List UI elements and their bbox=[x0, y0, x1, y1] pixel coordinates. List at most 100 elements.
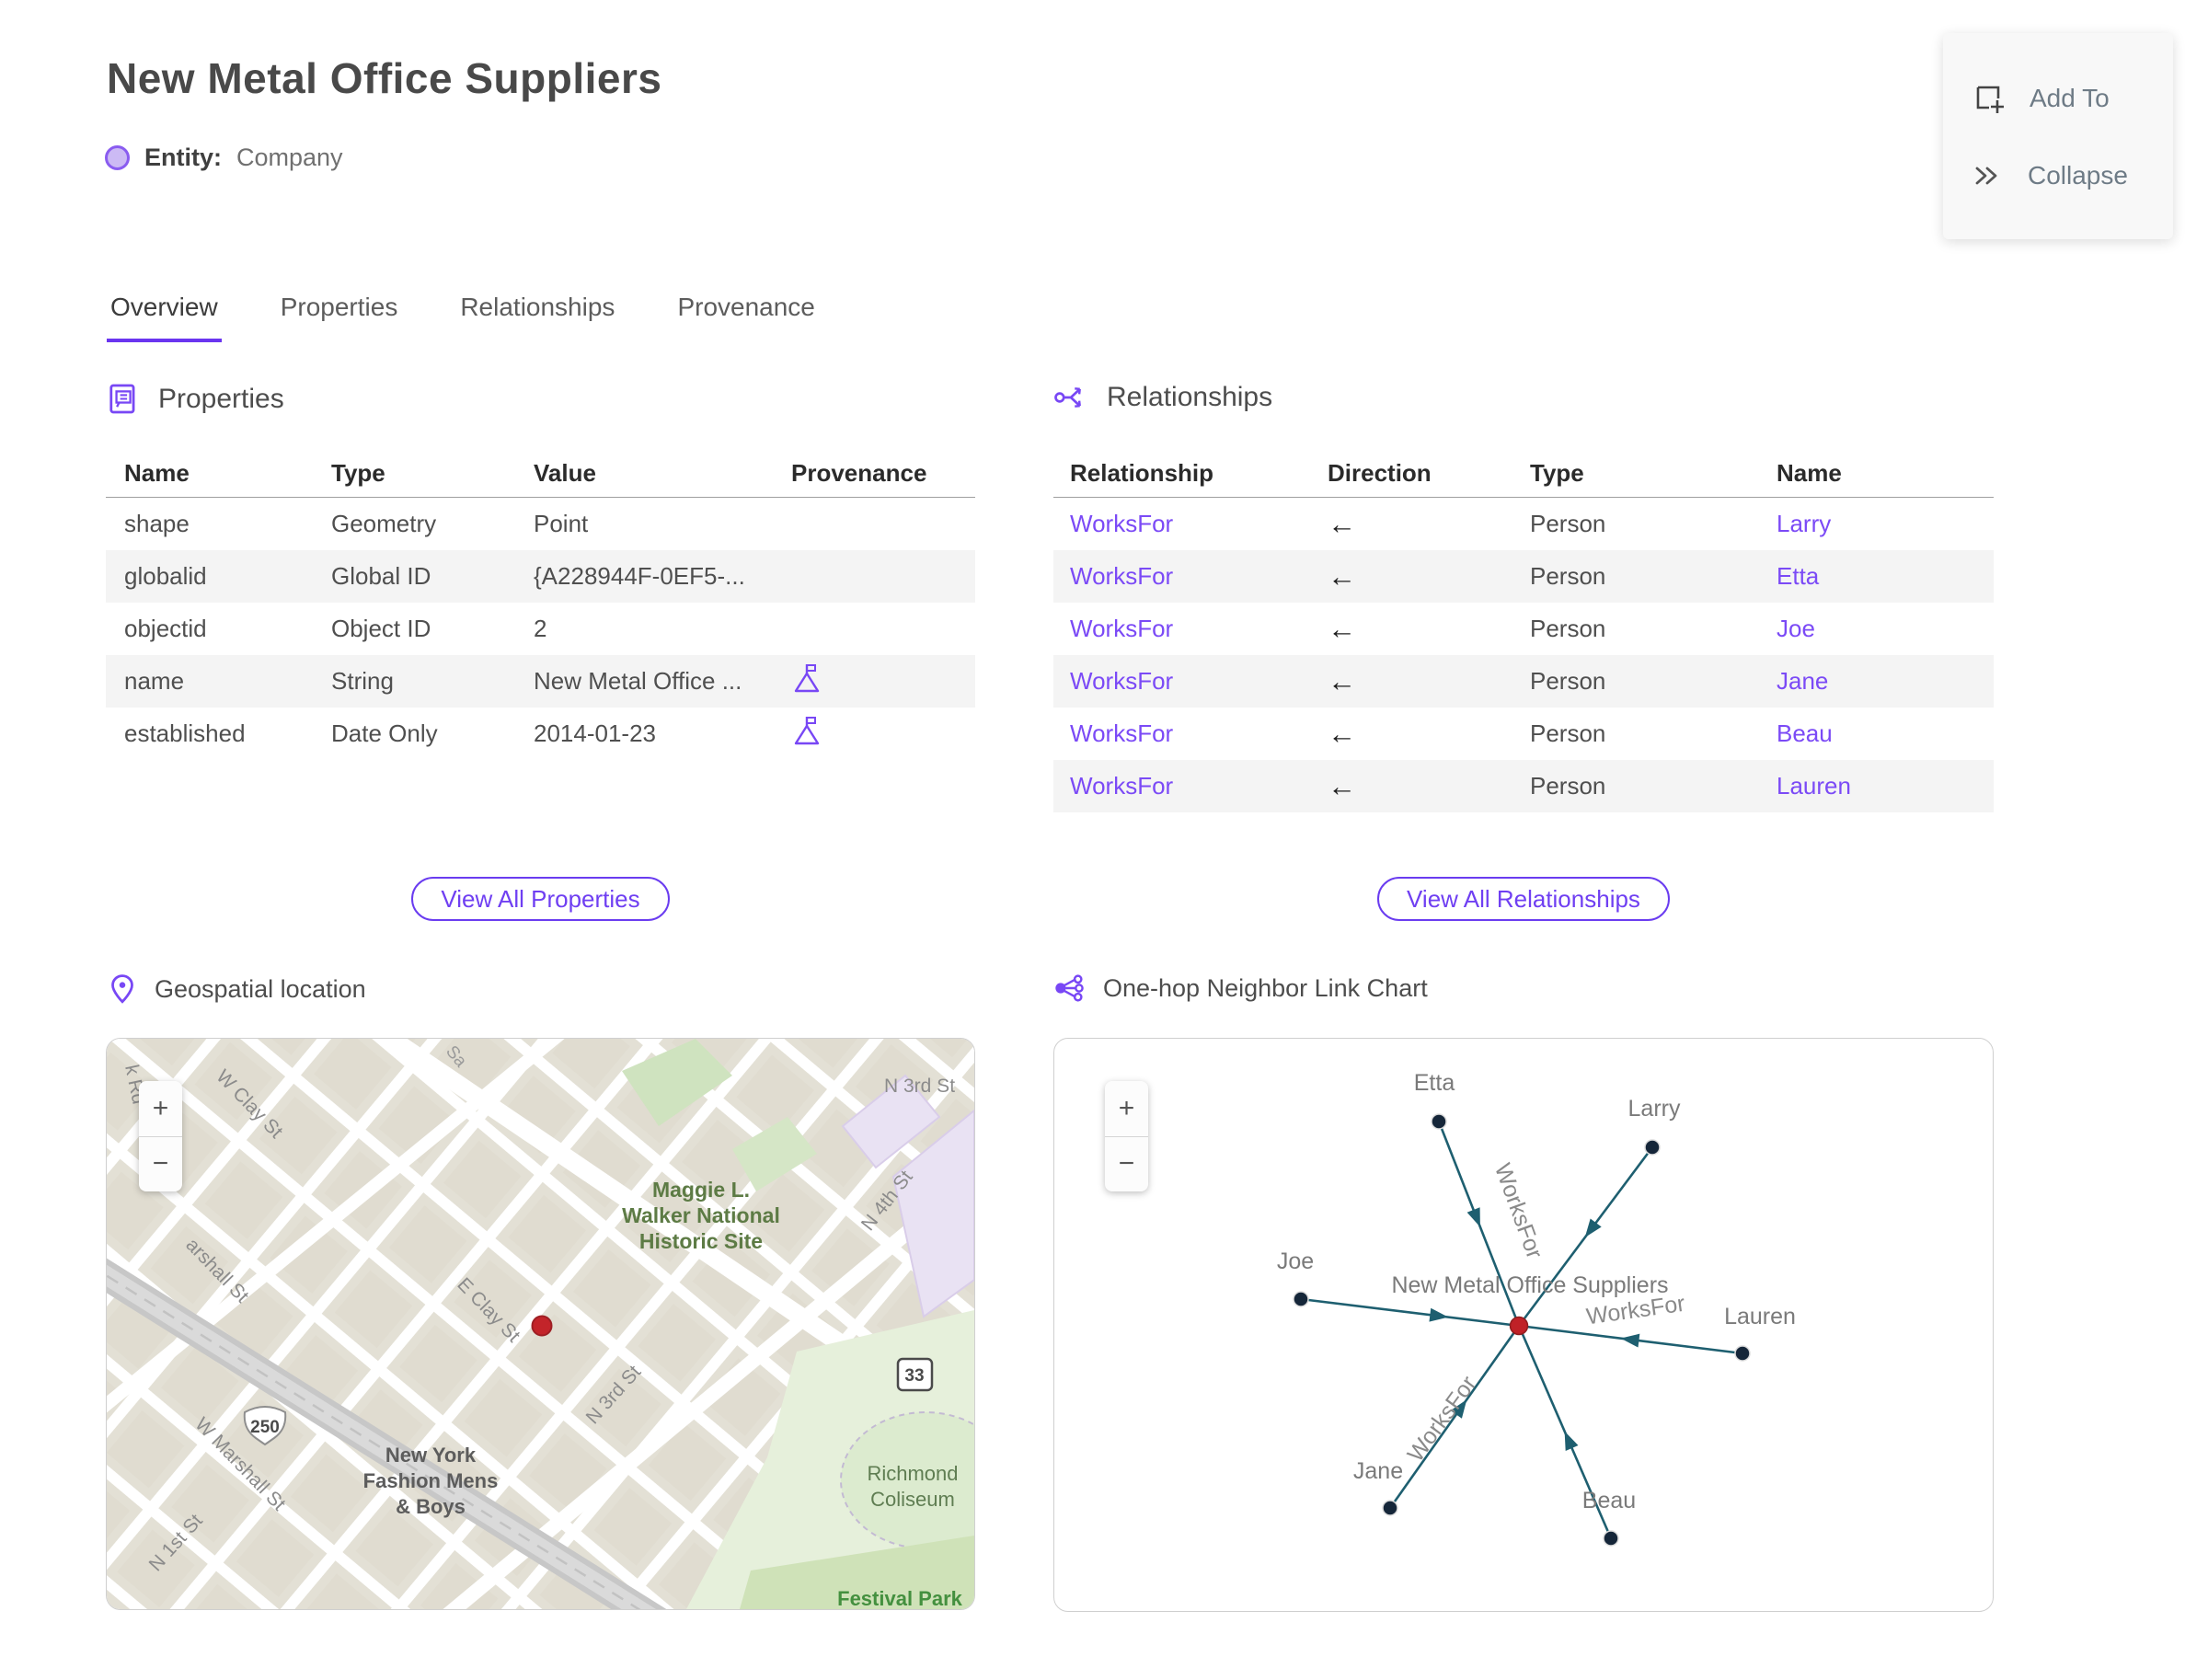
provenance-flag-icon[interactable] bbox=[791, 662, 822, 695]
view-all-properties-button[interactable]: View All Properties bbox=[411, 877, 670, 921]
relationships-icon bbox=[1054, 387, 1081, 408]
geospatial-section-title: Geospatial location bbox=[155, 974, 366, 1003]
entity-type-row: Entity: Company bbox=[105, 144, 343, 172]
properties-section-title: Properties bbox=[158, 383, 284, 414]
entity-link[interactable]: Larry bbox=[1777, 510, 1994, 538]
poi-label: Festival Park bbox=[837, 1587, 963, 1609]
svg-text:33: 33 bbox=[904, 1366, 924, 1386]
collapse-label: Collapse bbox=[2028, 161, 2128, 190]
chart-node-joe[interactable] bbox=[1293, 1291, 1309, 1307]
link-chart-canvas: WorksForWorksForWorksForNew Metal Office… bbox=[1277, 1070, 1796, 1547]
entity-link[interactable]: Joe bbox=[1777, 615, 1994, 643]
relationships-table: Relationship Direction Type Name WorksFo… bbox=[1053, 449, 1994, 812]
poi-label: Historic Site bbox=[639, 1229, 763, 1253]
add-to-button[interactable]: Add To bbox=[1972, 82, 2173, 115]
col-provenance: Provenance bbox=[791, 458, 927, 487]
map-canvas: k Rd W Clay St Sa N 3rd St N 4th St Magg… bbox=[107, 1039, 974, 1609]
chart-node-beau[interactable] bbox=[1603, 1530, 1619, 1547]
map-zoom-control: + − bbox=[139, 1081, 182, 1191]
entity-link[interactable]: Beau bbox=[1777, 719, 1994, 748]
table-row: WorksFor ← Person Beau bbox=[1053, 708, 1994, 760]
chart-edge-label: WorksFor bbox=[1402, 1371, 1481, 1467]
geospatial-section-header: Geospatial location bbox=[109, 973, 366, 1005]
chart-node-label: Joe bbox=[1277, 1248, 1314, 1274]
entity-type-icon bbox=[105, 145, 130, 170]
properties-table-header: Name Type Value Provenance bbox=[106, 449, 975, 498]
relationships-section-title: Relationships bbox=[1107, 382, 1273, 412]
relationship-link[interactable]: WorksFor bbox=[1070, 615, 1328, 643]
chart-zoom-in-button[interactable]: + bbox=[1105, 1081, 1148, 1137]
entity-link[interactable]: Jane bbox=[1777, 667, 1994, 696]
table-row: objectid Object ID 2 bbox=[124, 615, 547, 642]
poi-label: Fashion Mens bbox=[363, 1469, 499, 1492]
table-row: established Date Only 2014-01-23 bbox=[106, 708, 975, 760]
chart-edge-arrow bbox=[1429, 1307, 1449, 1322]
link-chart-section-title: One-hop Neighbor Link Chart bbox=[1103, 973, 1428, 1002]
chart-edge-arrow bbox=[1466, 1207, 1480, 1227]
street-label: N 3rd St bbox=[884, 1076, 955, 1097]
relationship-link[interactable]: WorksFor bbox=[1070, 719, 1328, 748]
entity-link[interactable]: Lauren bbox=[1777, 772, 1994, 800]
relationship-link[interactable]: WorksFor bbox=[1070, 562, 1328, 591]
chart-node-larry[interactable] bbox=[1644, 1139, 1661, 1156]
map-marker[interactable] bbox=[531, 1315, 553, 1337]
col-name: Name bbox=[124, 458, 190, 487]
view-all-relationships-button[interactable]: View All Relationships bbox=[1377, 877, 1670, 921]
tab-overview[interactable]: Overview bbox=[107, 287, 222, 342]
tab-provenance[interactable]: Provenance bbox=[673, 287, 818, 342]
poi-label: Walker National bbox=[622, 1203, 780, 1227]
chart-zoom-control: + − bbox=[1105, 1081, 1148, 1191]
chart-edge bbox=[1300, 1297, 1520, 1328]
poi-label: Richmond bbox=[867, 1462, 958, 1485]
map-pin-icon bbox=[111, 974, 133, 1004]
collapse-button[interactable]: Collapse bbox=[1972, 161, 2173, 190]
chart-node-label: Larry bbox=[1628, 1096, 1681, 1122]
chart-node-center[interactable] bbox=[1509, 1316, 1529, 1336]
collapse-icon bbox=[1975, 167, 1997, 185]
chart-node-etta[interactable] bbox=[1431, 1113, 1447, 1130]
entity-label: Entity: bbox=[144, 144, 222, 171]
relationship-link[interactable]: WorksFor bbox=[1070, 510, 1328, 538]
chart-edge-arrow bbox=[1564, 1431, 1579, 1451]
relationship-link[interactable]: WorksFor bbox=[1070, 772, 1328, 800]
poi-label: & Boys bbox=[396, 1495, 466, 1518]
tab-properties[interactable]: Properties bbox=[277, 287, 402, 342]
add-to-label: Add To bbox=[2030, 84, 2110, 112]
chart-node-lauren[interactable] bbox=[1734, 1345, 1751, 1362]
page-title: New Metal Office Suppliers bbox=[107, 54, 662, 102]
table-row: WorksFor ← Person Lauren bbox=[1053, 760, 1994, 812]
map-zoom-out-button[interactable]: − bbox=[139, 1137, 182, 1192]
actions-panel: Add To Collapse bbox=[1943, 33, 2173, 239]
col-value: Value bbox=[534, 458, 596, 487]
relationships-table-header: Relationship Direction Type Name bbox=[1053, 449, 1994, 498]
table-row: WorksFor ← Person Joe bbox=[1053, 603, 1994, 655]
tab-relationships[interactable]: Relationships bbox=[456, 287, 618, 342]
svg-text:250: 250 bbox=[250, 1418, 280, 1437]
map-zoom-in-button[interactable]: + bbox=[139, 1081, 182, 1137]
properties-icon bbox=[109, 384, 135, 414]
chart-node-label: Beau bbox=[1582, 1488, 1636, 1513]
chart-node-jane[interactable] bbox=[1382, 1500, 1398, 1516]
chart-edge-arrow bbox=[1620, 1333, 1640, 1348]
geospatial-map[interactable]: k Rd W Clay St Sa N 3rd St N 4th St Magg… bbox=[106, 1038, 975, 1610]
provenance-flag-icon[interactable] bbox=[791, 714, 822, 747]
entity-link[interactable]: Etta bbox=[1777, 562, 1994, 591]
tab-bar: Overview Properties Relationships Proven… bbox=[107, 287, 819, 342]
relationship-link[interactable]: WorksFor bbox=[1070, 667, 1328, 696]
chart-zoom-out-button[interactable]: − bbox=[1105, 1137, 1148, 1192]
link-chart-icon bbox=[1055, 974, 1084, 1002]
link-chart[interactable]: WorksFor WorksFor WorksFor New Metal Office… bbox=[1053, 1038, 1994, 1612]
table-row: WorksFor ← Person Jane bbox=[1053, 655, 1994, 708]
link-chart-section-header: One-hop Neighbor Link Chart bbox=[1053, 973, 1428, 1003]
chart-node-label: New Metal Office Suppliers bbox=[1391, 1272, 1668, 1298]
add-to-icon bbox=[1976, 86, 2004, 113]
table-row: WorksFor ← Person Etta bbox=[1053, 550, 1994, 603]
table-row: WorksFor ← Person Larry bbox=[1053, 498, 1994, 550]
entity-detail-page: New Metal Office Suppliers Entity: Compa… bbox=[0, 0, 2208, 1680]
chart-node-label: Jane bbox=[1353, 1458, 1403, 1484]
poi-label: Coliseum bbox=[870, 1488, 955, 1511]
properties-table: Name Type Value Provenance shape Geometr… bbox=[106, 449, 975, 760]
chart-edge-label: WorksFor bbox=[1489, 1160, 1547, 1262]
chart-node-label: Etta bbox=[1414, 1070, 1455, 1096]
poi-label: Maggie L. bbox=[652, 1178, 750, 1202]
